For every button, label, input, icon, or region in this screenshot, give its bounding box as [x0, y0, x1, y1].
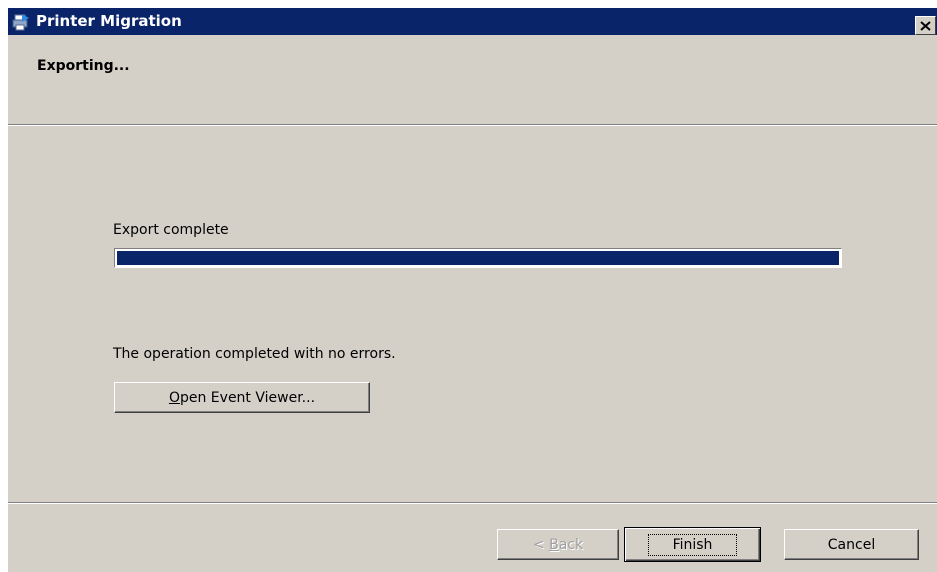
open-event-viewer-button[interactable]: Open Event Viewer...	[114, 382, 370, 413]
status-label: Export complete	[113, 222, 229, 238]
page-title: Exporting...	[37, 58, 130, 74]
title-bar[interactable]: Printer Migration	[8, 8, 937, 35]
finish-button-label: Finish	[647, 533, 738, 556]
export-progress-bar	[114, 248, 842, 268]
close-icon	[920, 20, 931, 31]
printer-migration-dialog: Printer Migration Exporting... Export co…	[8, 8, 937, 572]
cancel-button-label: Cancel	[827, 536, 876, 553]
open-event-viewer-label: Open Event Viewer...	[168, 389, 316, 406]
wizard-header: Exporting...	[8, 35, 937, 124]
finish-button[interactable]: Finish	[624, 527, 761, 562]
close-button[interactable]	[915, 16, 936, 35]
back-button[interactable]: < Back	[497, 529, 619, 560]
back-button-label: < Back	[532, 536, 584, 553]
window-title: Printer Migration	[36, 12, 182, 30]
header-divider	[8, 124, 937, 126]
printer-migration-icon	[12, 14, 29, 31]
result-message: The operation completed with no errors.	[113, 346, 396, 362]
progress-fill	[117, 251, 839, 265]
cancel-button[interactable]: Cancel	[784, 529, 919, 560]
footer-divider	[8, 502, 937, 504]
